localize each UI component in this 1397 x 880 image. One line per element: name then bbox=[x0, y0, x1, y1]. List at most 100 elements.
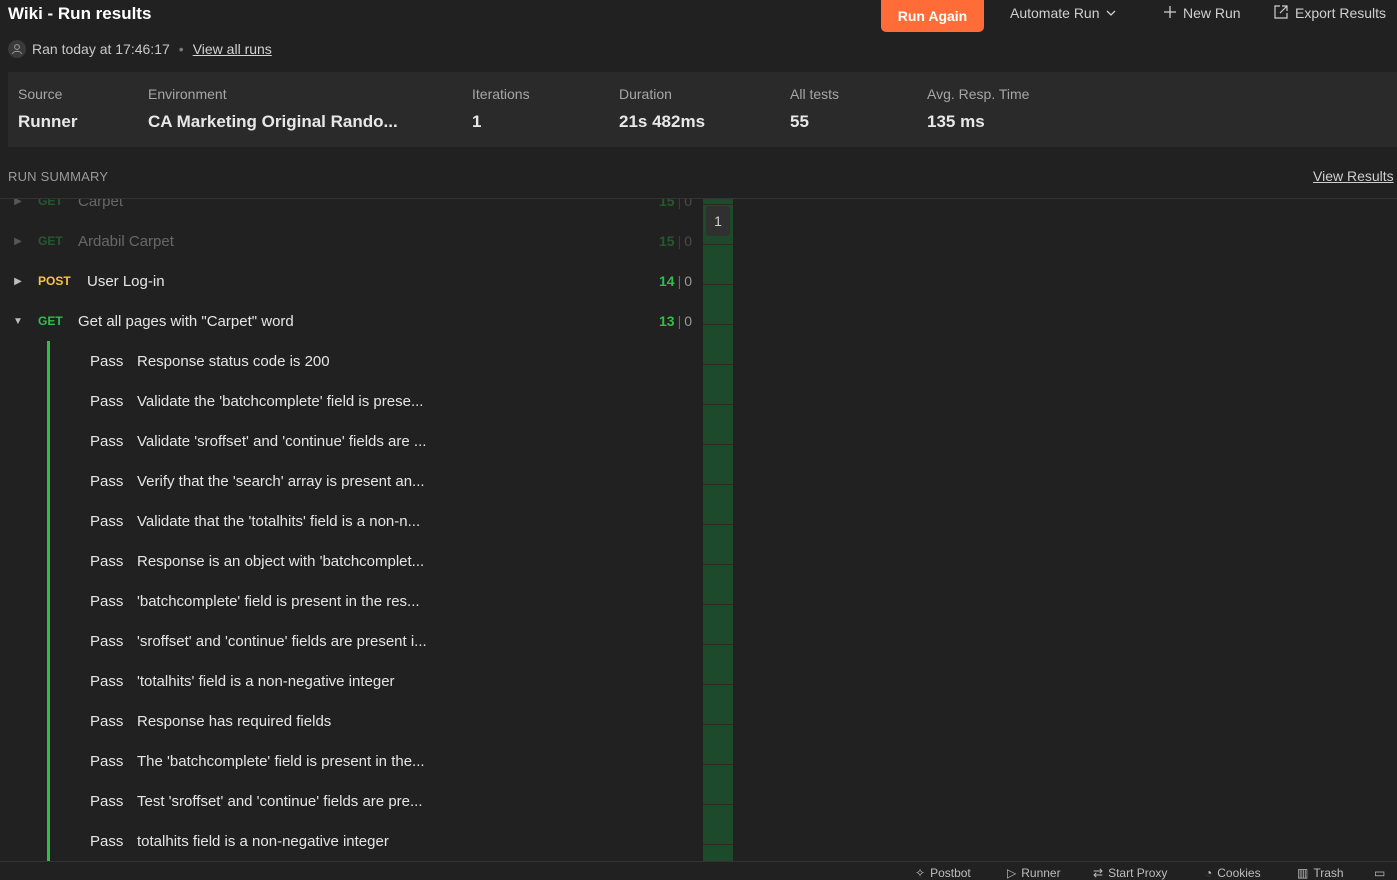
view-results-link[interactable]: View Results bbox=[1313, 168, 1394, 184]
stat-environment: Environment CA Marketing Original Rando.… bbox=[148, 86, 398, 132]
test-name: Test 'sroffset' and 'continue' fields ar… bbox=[137, 792, 423, 810]
request-name: Get all pages with "Carpet" word bbox=[78, 312, 294, 330]
timeline-separator bbox=[703, 444, 733, 445]
stat-duration: Duration 21s 482ms bbox=[619, 86, 705, 132]
stat-avg-resp-time: Avg. Resp. Time 135 ms bbox=[927, 86, 1029, 132]
timeline-separator bbox=[703, 364, 733, 365]
test-name: 'totalhits' field is a non-negative inte… bbox=[137, 672, 395, 690]
request-row[interactable]: ▶ GET Ardabil Carpet 15 | 0 bbox=[0, 221, 700, 261]
timeline-separator bbox=[703, 284, 733, 285]
timeline-separator bbox=[703, 524, 733, 525]
request-row[interactable]: ▼ GET Get all pages with "Carpet" word 1… bbox=[0, 301, 700, 341]
plus-icon bbox=[1163, 5, 1177, 22]
iteration-timeline bbox=[703, 199, 733, 861]
separator-dot: • bbox=[178, 41, 184, 57]
test-name: Response status code is 200 bbox=[137, 352, 330, 370]
stat-value: Runner bbox=[18, 112, 78, 131]
test-status: Pass bbox=[90, 792, 124, 810]
automate-run-button[interactable]: Automate Run bbox=[1010, 2, 1116, 24]
request-method: GET bbox=[38, 199, 63, 208]
stat-value: 1 bbox=[472, 112, 482, 131]
test-row: Pass Response has required fields bbox=[90, 701, 331, 741]
results-header: Wiki - Run results Ran today at 17:46:17… bbox=[0, 0, 1397, 70]
passed-count: 13 bbox=[658, 313, 675, 329]
test-row: Pass Response is an object with 'batchcom… bbox=[90, 541, 424, 581]
test-name: The 'batchcomplete' field is present in … bbox=[137, 752, 425, 770]
test-name: 'sroffset' and 'continue' fields are pre… bbox=[137, 632, 427, 650]
test-name: totalhits field is a non-negative intege… bbox=[137, 832, 389, 850]
stat-value: 21s 482ms bbox=[619, 112, 706, 131]
request-counts: 15 | 0 bbox=[659, 199, 692, 209]
stat-source: Source Runner bbox=[18, 86, 78, 132]
postbot-button[interactable]: ✧ Postbot bbox=[915, 866, 971, 880]
test-row: Pass totalhits field is a non-negative in… bbox=[90, 821, 389, 861]
timeline-separator bbox=[703, 484, 733, 485]
test-name: 'batchcomplete' field is present in the … bbox=[137, 592, 420, 610]
ran-time-text: Ran today at 17:46:17 bbox=[32, 41, 170, 57]
export-results-button[interactable]: Export Results bbox=[1273, 2, 1386, 24]
automate-run-label: Automate Run bbox=[1010, 5, 1100, 21]
start-proxy-label: Start Proxy bbox=[1108, 866, 1168, 880]
new-run-label: New Run bbox=[1183, 5, 1241, 21]
test-row: Pass Response status code is 200 bbox=[90, 341, 330, 381]
trash-label: Trash bbox=[1313, 866, 1344, 880]
test-row: Pass Validate the 'batchcomplete' field i… bbox=[90, 381, 423, 421]
test-name: Verify that the 'search' array is presen… bbox=[137, 472, 425, 490]
test-name: Response is an object with 'batchcomplet… bbox=[137, 552, 425, 570]
stat-label: Duration bbox=[619, 86, 672, 102]
view-all-runs-link[interactable]: View all runs bbox=[193, 41, 272, 57]
run-stats-bar: Source Runner Environment CA Marketing O… bbox=[8, 72, 1397, 147]
run-again-button[interactable]: Run Again bbox=[881, 0, 984, 32]
test-status: Pass bbox=[90, 432, 124, 450]
timeline-separator bbox=[703, 764, 733, 765]
timeline-separator bbox=[703, 564, 733, 565]
test-name: Validate the 'batchcomplete' field is pr… bbox=[137, 392, 424, 410]
iteration-chip[interactable]: 1 bbox=[706, 206, 730, 236]
stat-all-tests: All tests 55 bbox=[790, 86, 839, 132]
request-row[interactable]: ▶ POST User Log-in 14 | 0 bbox=[0, 261, 700, 301]
passed-count: 15 bbox=[658, 233, 675, 249]
test-name: Validate that the 'totalhits' field is a… bbox=[137, 512, 421, 530]
failed-count: 0 bbox=[684, 199, 692, 209]
timeline-separator bbox=[703, 404, 733, 405]
runner-button[interactable]: ▷ Runner bbox=[1007, 866, 1061, 880]
test-row: Pass 'sroffset' and 'continue' fields are… bbox=[90, 621, 427, 661]
page-title: Wiki - Run results bbox=[8, 4, 152, 23]
request-row[interactable]: ▶ GET Carpet 15 | 0 bbox=[0, 199, 700, 221]
timeline-separator bbox=[703, 644, 733, 645]
layout-toggle-button[interactable]: ▭ bbox=[1374, 866, 1385, 880]
test-row: Pass 'batchcomplete' field is present in … bbox=[90, 581, 420, 621]
request-counts: 14 | 0 bbox=[659, 273, 692, 289]
trash-button[interactable]: ▥ Trash bbox=[1297, 866, 1344, 880]
new-run-button[interactable]: New Run bbox=[1163, 2, 1241, 24]
cookie-icon: ◔ bbox=[1205, 866, 1213, 880]
layout-icon: ▭ bbox=[1374, 866, 1386, 880]
runner-label: Runner bbox=[1021, 866, 1061, 880]
timeline-separator bbox=[703, 244, 733, 245]
chevron-down-icon[interactable]: ▼ bbox=[12, 315, 24, 327]
chevron-right-icon[interactable]: ▶ bbox=[12, 275, 24, 287]
count-separator: | bbox=[677, 273, 682, 289]
stat-value: 55 bbox=[790, 112, 809, 131]
stat-iterations: Iterations 1 bbox=[472, 86, 530, 132]
test-status: Pass bbox=[90, 752, 124, 770]
test-row: Pass Validate 'sroffset' and 'continue' f… bbox=[90, 421, 426, 461]
stat-label: Environment bbox=[148, 86, 227, 102]
export-icon bbox=[1273, 4, 1289, 23]
request-method: GET bbox=[38, 234, 63, 248]
test-status: Pass bbox=[90, 832, 124, 850]
test-status: Pass bbox=[90, 552, 124, 570]
passed-count: 14 bbox=[658, 273, 675, 289]
stat-value: CA Marketing Original Rando... bbox=[148, 112, 398, 131]
cookies-button[interactable]: ◔ Cookies bbox=[1205, 866, 1261, 880]
failed-count: 0 bbox=[684, 313, 692, 329]
chevron-right-icon[interactable]: ▶ bbox=[12, 199, 24, 207]
request-list: ▶ GET Carpet 15 | 0 ▶ GET Ardabil Carpet… bbox=[0, 199, 703, 861]
test-status: Pass bbox=[90, 512, 124, 530]
count-separator: | bbox=[677, 313, 682, 329]
test-group-indicator bbox=[47, 341, 50, 861]
start-proxy-button[interactable]: ⇄ Start Proxy bbox=[1093, 866, 1167, 880]
run-info: Ran today at 17:46:17 • View all runs bbox=[8, 40, 272, 58]
chevron-right-icon[interactable]: ▶ bbox=[12, 235, 24, 247]
timeline-separator bbox=[703, 804, 733, 805]
